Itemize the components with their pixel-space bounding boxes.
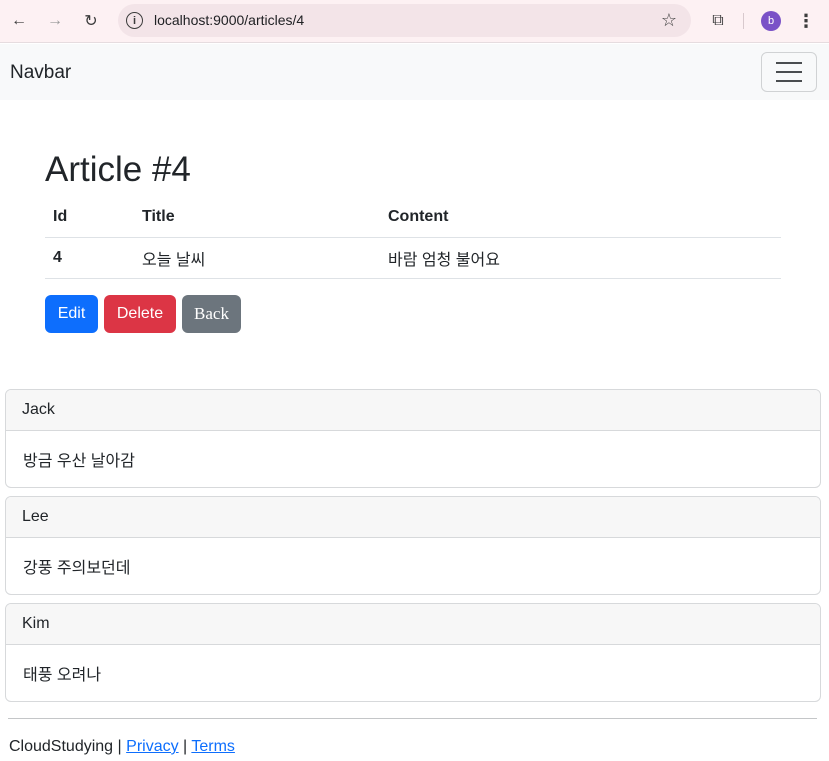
article-id: 4 <box>45 237 134 279</box>
navbar-toggler-button[interactable] <box>761 52 817 92</box>
footer-divider <box>8 718 817 719</box>
comment-card: Kim 태풍 오려나 <box>5 603 821 702</box>
back-arrow-icon[interactable]: ← <box>7 9 31 33</box>
reload-icon[interactable]: ↻ <box>79 9 103 33</box>
comment-card: Lee 강풍 주의보던데 <box>5 496 821 595</box>
column-header-content: Content <box>380 197 781 238</box>
hamburger-icon <box>776 62 802 64</box>
footer: CloudStudying | Privacy | Terms <box>9 738 235 756</box>
toolbar-divider <box>743 13 744 29</box>
article-table: Id Title Content 4 오늘 날씨 바람 엄청 불어요 <box>45 197 781 279</box>
comment-author: Lee <box>6 497 820 538</box>
terms-link[interactable]: Terms <box>191 738 235 755</box>
comment-card: Jack 방금 우산 날아감 <box>5 389 821 488</box>
hamburger-line <box>776 71 802 73</box>
browser-toolbar: ← → ↻ i localhost:9000/articles/4 ☆ ⧉ b … <box>0 0 829 43</box>
table-row: 4 오늘 날씨 바람 엄청 불어요 <box>45 237 781 279</box>
page-title: Article #4 <box>45 150 191 189</box>
forward-arrow-icon[interactable]: → <box>43 9 67 33</box>
delete-button[interactable]: Delete <box>104 295 176 333</box>
column-header-title: Title <box>134 197 380 238</box>
privacy-link[interactable]: Privacy <box>126 738 178 755</box>
navbar-brand[interactable]: Navbar <box>10 62 71 84</box>
comment-body: 강풍 주의보던데 <box>23 560 131 577</box>
table-header-row: Id Title Content <box>45 197 781 238</box>
hamburger-line <box>776 80 802 82</box>
profile-avatar[interactable]: b <box>761 11 781 31</box>
bookmark-star-icon[interactable]: ☆ <box>661 10 677 31</box>
url-text[interactable]: localhost:9000/articles/4 <box>154 12 304 28</box>
comment-author: Jack <box>6 390 820 431</box>
comment-body: 태풍 오려나 <box>23 667 102 684</box>
column-header-id: Id <box>45 197 134 238</box>
footer-separator: | <box>117 738 122 755</box>
browser-menu-icon[interactable]: ⋮ <box>796 9 816 33</box>
edit-button[interactable]: Edit <box>45 295 98 333</box>
back-button[interactable]: Back <box>182 295 241 333</box>
footer-separator: | <box>183 738 188 755</box>
article-content: 바람 엄청 불어요 <box>380 237 781 279</box>
extensions-icon[interactable]: ⧉ <box>706 9 730 33</box>
address-bar[interactable]: i localhost:9000/articles/4 ☆ <box>118 4 691 37</box>
article-title: 오늘 날씨 <box>134 237 380 279</box>
navbar: Navbar <box>0 44 829 100</box>
footer-brand: CloudStudying <box>9 738 114 755</box>
comment-author: Kim <box>6 604 820 645</box>
comment-body: 방금 우산 날아감 <box>23 453 135 470</box>
site-info-icon[interactable]: i <box>126 12 143 29</box>
